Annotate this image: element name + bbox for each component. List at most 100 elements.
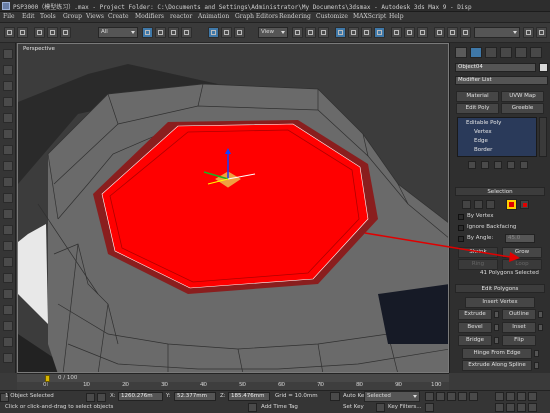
hinge-from-edge-button[interactable]: Hinge From Edge [462, 348, 532, 359]
tool-button-1-icon[interactable] [3, 49, 13, 59]
outline-button[interactable]: Outline [502, 309, 536, 320]
x-coordinate-field[interactable]: 1260.276m [118, 392, 163, 401]
tool-button-10-icon[interactable] [3, 193, 13, 203]
tool-button-12-icon[interactable] [3, 225, 13, 235]
configure-sets-icon[interactable] [520, 161, 528, 169]
key-filters-button[interactable]: Key Filters... [388, 404, 421, 410]
angle-snap-icon[interactable] [348, 27, 359, 38]
menu-rendering[interactable]: Rendering [279, 13, 311, 20]
greeble-button[interactable]: Greeble [501, 103, 544, 114]
loop-button[interactable]: Loop [502, 259, 542, 270]
perspective-viewport[interactable]: Perspective [17, 43, 449, 373]
time-slider[interactable]: 0 / 100 [17, 373, 449, 382]
percent-snap-icon[interactable] [361, 27, 372, 38]
tool-button-16-icon[interactable] [3, 289, 13, 299]
spinner-snap-icon[interactable] [374, 27, 385, 38]
extrude-along-spline-button[interactable]: Extrude Along Spline [462, 360, 532, 371]
named-selection-icon[interactable] [391, 27, 402, 38]
layer-manager-icon[interactable] [434, 27, 445, 38]
tool-button-6-icon[interactable] [3, 129, 13, 139]
bevel-button[interactable]: Bevel [458, 322, 492, 333]
remove-modifier-icon[interactable] [507, 161, 515, 169]
modify-tab-icon[interactable] [470, 47, 482, 58]
object-name-field[interactable]: Object04 [455, 63, 536, 72]
stack-item-vertex[interactable]: Vertex [474, 129, 492, 135]
tool-button-14-icon[interactable] [3, 257, 13, 267]
show-end-result-icon[interactable] [481, 161, 489, 169]
vertex-mode-icon[interactable] [462, 200, 471, 209]
shrink-button[interactable]: Shrink [458, 247, 498, 258]
z-coordinate-field[interactable]: 185.476mm [228, 392, 270, 401]
menu-group[interactable]: Group [63, 13, 82, 20]
arc-rotate-icon[interactable] [517, 403, 526, 412]
utilities-tab-icon[interactable] [530, 47, 542, 58]
tool-button-19-icon[interactable] [3, 337, 13, 347]
menu-animation[interactable]: Animation [198, 13, 229, 20]
snap-toggle-icon[interactable] [335, 27, 346, 38]
tool-button-18-icon[interactable] [3, 321, 13, 331]
next-frame-icon[interactable] [458, 392, 467, 401]
keyboard-shortcut-icon[interactable] [318, 27, 329, 38]
pin-stack-icon[interactable] [468, 161, 476, 169]
modifier-stack[interactable]: Editable Poly Vertex Edge Border [457, 117, 537, 157]
stack-item-border[interactable]: Border [474, 147, 492, 153]
extrude-button[interactable]: Extrude [458, 309, 492, 320]
material-button[interactable]: Material [456, 91, 499, 102]
stack-scrollbar[interactable] [539, 117, 547, 157]
move-icon[interactable] [208, 27, 219, 38]
selection-filter-dropdown[interactable]: All [98, 27, 138, 38]
element-mode-icon[interactable] [520, 200, 529, 209]
ignore-backfacing-checkbox[interactable] [458, 225, 464, 231]
display-tab-icon[interactable] [515, 47, 527, 58]
menu-edit[interactable]: Edit [22, 13, 35, 20]
tool-button-9-icon[interactable] [3, 177, 13, 187]
object-color-swatch[interactable] [539, 63, 548, 72]
edit-polygons-rollout-header[interactable]: Edit Polygons [455, 284, 545, 293]
key-mode-toggle-icon[interactable] [425, 403, 434, 412]
inset-button[interactable]: Inset [502, 322, 536, 333]
edit-poly-button[interactable]: Edit Poly [456, 103, 499, 114]
flip-button[interactable]: Flip [502, 335, 536, 346]
key-filters-icon[interactable] [376, 403, 385, 412]
set-key-icon[interactable] [330, 392, 340, 401]
fov-icon[interactable] [495, 403, 504, 412]
tool-button-8-icon[interactable] [3, 161, 13, 171]
tool-button-7-icon[interactable] [3, 145, 13, 155]
coord-system-dropdown[interactable]: View [258, 27, 288, 38]
bind-spacewarp-icon[interactable] [60, 27, 71, 38]
add-time-tag[interactable]: Add Time Tag [261, 404, 298, 410]
bevel-settings-icon[interactable] [494, 324, 499, 331]
region-select-icon[interactable] [168, 27, 179, 38]
stack-item-edge[interactable]: Edge [474, 138, 488, 144]
menu-views[interactable]: Views [86, 13, 104, 20]
prev-frame-icon[interactable] [436, 392, 445, 401]
menu-tools[interactable]: Tools [40, 13, 56, 20]
stack-root[interactable]: Editable Poly [466, 120, 501, 126]
tool-button-11-icon[interactable] [3, 209, 13, 219]
menu-file[interactable]: File [3, 13, 15, 20]
menu-create[interactable]: Create [108, 13, 129, 20]
uvw-map-button[interactable]: UVW Map [501, 91, 544, 102]
zoom-extents-icon[interactable] [528, 392, 537, 401]
absolute-mode-icon[interactable] [97, 393, 106, 402]
menu-reactor[interactable]: reactor [170, 13, 192, 20]
bridge-settings-icon[interactable] [494, 337, 499, 344]
selection-rollout-header[interactable]: Selection [455, 187, 545, 196]
quick-render-icon[interactable] [523, 27, 534, 38]
pan-icon[interactable] [495, 392, 504, 401]
unlink-icon[interactable] [47, 27, 58, 38]
select-object-icon[interactable] [142, 27, 153, 38]
tool-button-17-icon[interactable] [3, 305, 13, 315]
window-crossing-icon[interactable] [181, 27, 192, 38]
by-vertex-checkbox[interactable] [458, 214, 464, 220]
set-key-button[interactable]: Set Key [343, 404, 364, 410]
mirror-icon[interactable] [404, 27, 415, 38]
polygon-mode-icon[interactable] [506, 199, 517, 210]
go-to-start-icon[interactable] [425, 392, 434, 401]
menu-maxscript[interactable]: MAXScript [353, 13, 386, 20]
motion-tab-icon[interactable] [500, 47, 512, 58]
tool-button-13-icon[interactable] [3, 241, 13, 251]
tool-button-2-icon[interactable] [3, 65, 13, 75]
ring-button[interactable]: Ring [458, 259, 498, 270]
tool-button-4-icon[interactable] [3, 97, 13, 107]
